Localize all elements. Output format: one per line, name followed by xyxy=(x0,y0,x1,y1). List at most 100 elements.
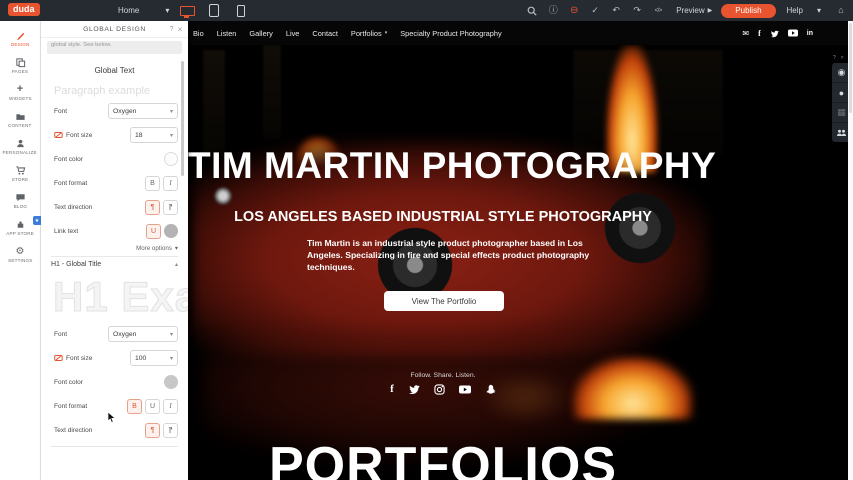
h1-section-title: H1 - Global Title xyxy=(51,261,101,268)
sidebar-item-app-store[interactable]: APP STORE ★ xyxy=(0,214,41,241)
help-icon[interactable]: ? xyxy=(170,26,175,33)
h1-style-preview: H1 Exa xyxy=(53,274,188,320)
help-label: Help xyxy=(787,6,803,15)
more-options-label: More options xyxy=(136,245,172,252)
page-selector[interactable]: Home ▾ xyxy=(118,0,169,21)
pilcrow-rtl-icon: ¶ xyxy=(169,427,173,434)
font-select[interactable]: Oxygen ▾ xyxy=(108,103,178,119)
sidebar-item-design[interactable]: DESIGN xyxy=(0,25,41,52)
h1-italic-button[interactable]: I xyxy=(163,399,178,414)
dev-mode-button[interactable]: </> xyxy=(649,3,667,18)
sidebar-item-store[interactable]: STORE xyxy=(0,160,41,187)
sidebar-item-personalize[interactable]: PERSONALIZE xyxy=(0,133,41,160)
sidebar-item-widgets[interactable]: + WIDGETS xyxy=(0,79,41,106)
font-size-value: 18 xyxy=(135,132,143,139)
tablet-view-button[interactable] xyxy=(205,3,223,19)
snapchat-icon[interactable] xyxy=(485,384,496,395)
italic-button[interactable]: I xyxy=(163,176,178,191)
browser-scrollbar[interactable] xyxy=(848,21,853,480)
device-switcher xyxy=(178,0,250,21)
redo-button[interactable]: ↷ xyxy=(628,3,646,18)
twitter-icon[interactable] xyxy=(408,383,420,395)
chevron-down-icon: ▾ xyxy=(170,132,173,139)
save-check-button[interactable]: ✓ xyxy=(586,3,604,18)
scrollbar-thumb[interactable] xyxy=(849,23,852,113)
mouse-cursor xyxy=(107,411,116,424)
collapse-icon: ▴ xyxy=(175,261,178,268)
font-color-label: Font color xyxy=(54,156,83,163)
twitter-icon[interactable] xyxy=(770,29,779,38)
h1-underline-button[interactable]: U xyxy=(145,399,160,414)
people-icon xyxy=(836,129,847,137)
instagram-icon[interactable] xyxy=(434,384,445,395)
h1-direction-ltr-button[interactable]: ¶ xyxy=(145,423,160,438)
dashboard-home-button[interactable]: ⌂ xyxy=(832,3,850,18)
close-icon[interactable]: × xyxy=(841,55,844,61)
h1-font-color-swatch[interactable] xyxy=(164,375,178,389)
help-icon[interactable]: ? xyxy=(833,55,836,61)
duda-logo[interactable]: duda xyxy=(8,3,40,16)
plus-icon: + xyxy=(17,83,23,95)
speech-bubble-icon xyxy=(15,191,26,203)
editor-topbar: duda Home ▾ ⓘ ⊖ ✓ ↶ ↷ </> Preview xyxy=(0,0,853,21)
undo-button[interactable]: ↶ xyxy=(607,3,625,18)
h1-bold-button[interactable]: B xyxy=(127,399,142,414)
youtube-icon[interactable] xyxy=(459,385,471,394)
topbar-actions: ⓘ ⊖ ✓ ↶ ↷ </> Preview ▶ Publish Help ▾ ⌂ xyxy=(523,0,850,21)
chevron-down-icon: ▾ xyxy=(170,331,173,338)
search-button[interactable] xyxy=(523,3,541,18)
h1-font-color-label: Font color xyxy=(54,379,83,386)
sidebar-item-pages[interactable]: PAGES xyxy=(0,52,41,79)
star-icon: ★ xyxy=(35,218,39,224)
font-size-select[interactable]: 18 ▾ xyxy=(130,127,178,143)
desktop-view-button[interactable] xyxy=(178,3,196,19)
publish-button[interactable]: Publish xyxy=(721,4,775,18)
section-divider xyxy=(51,446,178,447)
hero-subtitle: LOS ANGELES BASED INDUSTRIAL STYLE PHOTO… xyxy=(188,209,698,225)
sidebar-item-content[interactable]: CONTENT xyxy=(0,106,41,133)
sidebar-item-label: DESIGN xyxy=(11,42,30,48)
linkedin-icon[interactable]: in xyxy=(807,30,813,37)
follow-social-icons: f xyxy=(188,383,698,395)
h1-font-size-select[interactable]: 100 ▾ xyxy=(130,350,178,366)
h1-font-row: Font Oxygen ▾ xyxy=(54,322,178,346)
site-canvas: Bio Listen Gallery Live Contact Portfoli… xyxy=(188,21,853,480)
target-icon: ◉ xyxy=(838,67,846,78)
sidebar-item-settings[interactable]: ⚙ SETTINGS xyxy=(0,241,41,268)
font-color-row: Font color xyxy=(54,147,178,171)
h1-direction-rtl-button[interactable]: ¶ xyxy=(163,423,178,438)
mobile-icon xyxy=(237,5,245,17)
h1-section-header[interactable]: H1 - Global Title ▴ xyxy=(51,261,178,268)
info-button[interactable]: ⓘ xyxy=(544,3,562,18)
page-selector-label: Home xyxy=(118,6,139,15)
link-underline-button[interactable]: U xyxy=(146,224,161,239)
link-color-swatch[interactable] xyxy=(164,224,178,238)
close-icon[interactable]: × xyxy=(178,25,183,34)
mail-icon[interactable]: ✉ xyxy=(742,29,749,38)
bold-button[interactable]: B xyxy=(145,176,160,191)
sidebar-item-label: PAGES xyxy=(12,69,28,75)
override-icon xyxy=(54,131,63,139)
help-menu[interactable]: Help ▾ xyxy=(779,6,829,15)
font-row: Font Oxygen ▾ xyxy=(54,99,178,123)
view-portfolio-button[interactable]: View The Portfolio xyxy=(384,291,504,311)
h1-text-direction-row: Text direction ¶ ¶ xyxy=(54,418,178,442)
direction-ltr-button[interactable]: ¶ xyxy=(145,200,160,215)
preview-button[interactable]: Preview ▶ xyxy=(670,6,718,15)
mobile-view-button[interactable] xyxy=(232,3,250,19)
site-status-button[interactable]: ⊖ xyxy=(565,3,583,18)
panel-title: GLOBAL DESIGN xyxy=(83,26,146,33)
youtube-icon[interactable] xyxy=(788,29,798,37)
font-color-swatch[interactable] xyxy=(164,152,178,166)
sidebar-item-label: BLOG xyxy=(13,204,27,210)
direction-rtl-button[interactable]: ¶ xyxy=(163,200,178,215)
folder-icon xyxy=(15,110,26,122)
hero-title: TIM MARTIN PHOTOGRAPHY xyxy=(188,145,698,187)
panel-scrollbar[interactable] xyxy=(181,61,184,176)
facebook-icon[interactable]: f xyxy=(390,383,394,395)
h1-font-select[interactable]: Oxygen ▾ xyxy=(108,326,178,342)
sidebar-item-blog[interactable]: BLOG xyxy=(0,187,41,214)
more-options-link[interactable]: More options ▾ xyxy=(41,245,178,252)
facebook-icon[interactable]: f xyxy=(758,29,761,38)
panel-header: GLOBAL DESIGN ? × xyxy=(41,21,188,38)
